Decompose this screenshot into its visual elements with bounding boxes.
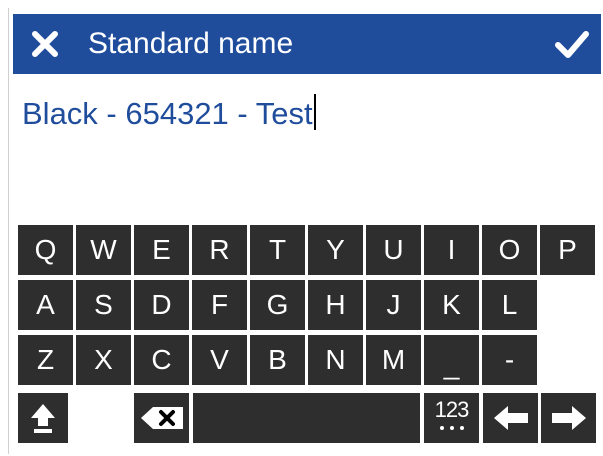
key-r[interactable]: R (192, 225, 247, 275)
key-y[interactable]: Y (308, 225, 363, 275)
key-l[interactable]: L (482, 280, 537, 330)
key-g[interactable]: G (250, 280, 305, 330)
key-s[interactable]: S (76, 280, 131, 330)
key-m[interactable]: M (366, 335, 421, 385)
arrow-right-icon (551, 406, 586, 430)
key-a[interactable]: A (18, 280, 73, 330)
key-f[interactable]: F (192, 280, 247, 330)
backspace-key[interactable] (134, 393, 189, 443)
shift-icon (31, 404, 55, 433)
shift-key[interactable] (18, 393, 68, 443)
key-k[interactable]: K (424, 280, 479, 330)
key-e[interactable]: E (134, 225, 189, 275)
arrow-right-key[interactable] (541, 393, 596, 443)
key-d[interactable]: D (134, 280, 189, 330)
dots-icon (439, 426, 464, 430)
key-underscore[interactable]: _ (424, 335, 479, 385)
key-hyphen[interactable]: - (482, 335, 537, 385)
key-n[interactable]: N (308, 335, 363, 385)
key-o[interactable]: O (482, 225, 537, 275)
key-t[interactable]: T (250, 225, 305, 275)
key-p[interactable]: P (540, 225, 595, 275)
key-h[interactable]: H (308, 280, 363, 330)
mode-switch-label: 123 (434, 397, 470, 422)
backspace-icon (140, 407, 183, 429)
key-z[interactable]: Z (18, 335, 73, 385)
arrow-left-icon (493, 406, 528, 430)
key-q[interactable]: Q (18, 225, 73, 275)
key-x[interactable]: X (76, 335, 131, 385)
arrow-left-key[interactable] (483, 393, 538, 443)
key-v[interactable]: V (192, 335, 247, 385)
key-b[interactable]: B (250, 335, 305, 385)
space-bar[interactable] (193, 393, 420, 443)
on-screen-keyboard: Q W E R T Y U I O P A S D F G H J K L Z … (0, 0, 603, 456)
key-i[interactable]: I (424, 225, 479, 275)
key-w[interactable]: W (76, 225, 131, 275)
key-u[interactable]: U (366, 225, 421, 275)
key-j[interactable]: J (366, 280, 421, 330)
key-c[interactable]: C (134, 335, 189, 385)
mode-switch-key[interactable]: 123 (424, 393, 479, 443)
